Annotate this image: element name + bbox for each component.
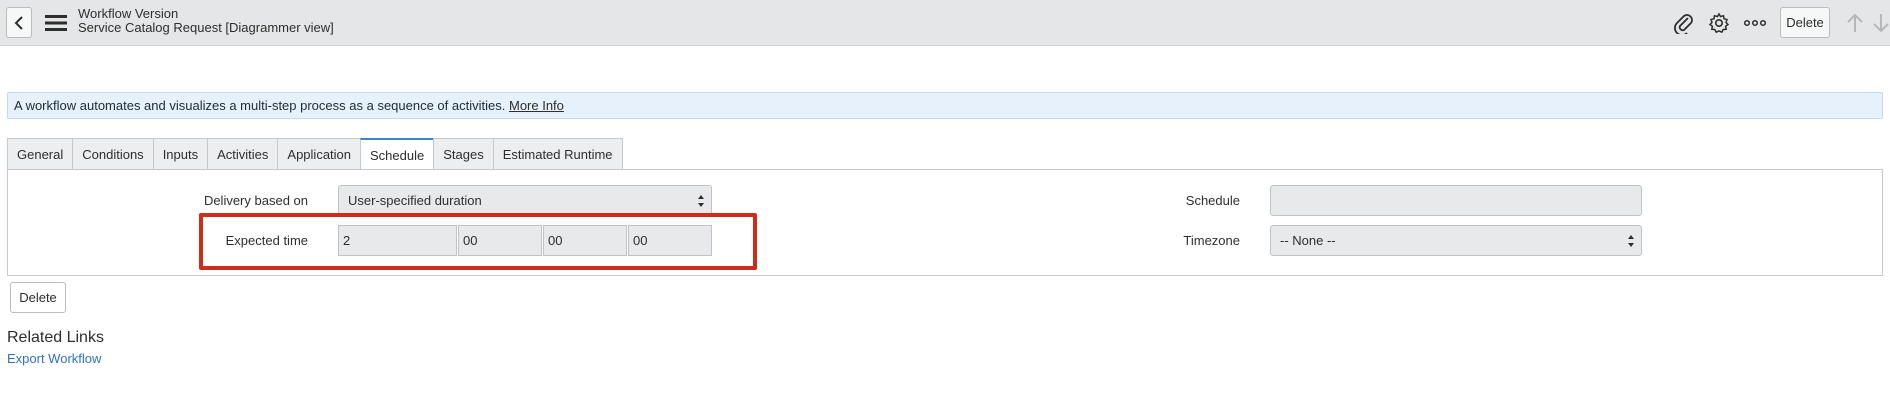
tab-application[interactable]: Application — [277, 138, 361, 170]
tab-activities[interactable]: Activities — [207, 138, 278, 170]
timezone-select[interactable]: -- None -- — [1270, 225, 1642, 256]
arrow-up-icon — [1847, 13, 1863, 32]
settings-button[interactable] — [1706, 10, 1732, 36]
header-delete-button[interactable]: Delete — [1780, 7, 1830, 38]
timezone-value: -- None -- — [1280, 233, 1336, 248]
gear-icon — [1708, 12, 1730, 34]
tab-schedule[interactable]: Schedule — [360, 138, 434, 171]
page-subtitle: Service Catalog Request [Diagrammer view… — [78, 20, 334, 35]
header-bar: Workflow Version Service Catalog Request… — [0, 0, 1890, 46]
tab-conditions[interactable]: Conditions — [72, 138, 153, 170]
attachment-button[interactable] — [1671, 10, 1697, 36]
timezone-label: Timezone — [1183, 233, 1240, 248]
export-workflow-link[interactable]: Export Workflow — [7, 351, 101, 366]
chevron-left-icon — [14, 15, 23, 30]
tab-inputs[interactable]: Inputs — [152, 138, 208, 170]
page-title: Workflow Version — [78, 6, 179, 21]
related-links-heading: Related Links — [7, 329, 104, 346]
schedule-label: Schedule — [1185, 193, 1240, 208]
tab-general[interactable]: General — [7, 138, 73, 170]
more-options-button[interactable] — [1742, 10, 1768, 36]
previous-record-button[interactable] — [1842, 10, 1868, 36]
select-arrows-icon — [1628, 235, 1634, 247]
hamburger-icon[interactable] — [45, 13, 67, 33]
tab-stages[interactable]: Stages — [433, 138, 493, 170]
delivery-based-on-value: User-specified duration — [348, 193, 482, 208]
delivery-based-on-select[interactable]: User-specified duration — [338, 185, 712, 216]
back-button[interactable] — [6, 7, 32, 38]
paperclip-icon — [1674, 14, 1693, 34]
delivery-based-on-label: Delivery based on — [203, 193, 308, 208]
record-title: Workflow Version Service Catalog Request… — [78, 7, 334, 35]
info-message: A workflow automates and visualizes a mu… — [7, 92, 1883, 119]
tab-estimated-runtime[interactable]: Estimated Runtime — [492, 138, 623, 170]
select-arrows-icon — [698, 195, 704, 207]
more-info-link[interactable]: More Info — [509, 98, 564, 113]
delete-button[interactable]: Delete — [10, 282, 66, 313]
next-record-button[interactable] — [1872, 10, 1890, 36]
more-options-icon — [1744, 19, 1766, 27]
expected-time-highlight — [199, 213, 757, 270]
info-message-text: A workflow automates and visualizes a mu… — [14, 98, 506, 113]
form-tabs: General Conditions Inputs Activities App… — [7, 138, 623, 171]
schedule-input[interactable] — [1270, 185, 1642, 216]
arrow-down-icon — [1873, 14, 1889, 33]
